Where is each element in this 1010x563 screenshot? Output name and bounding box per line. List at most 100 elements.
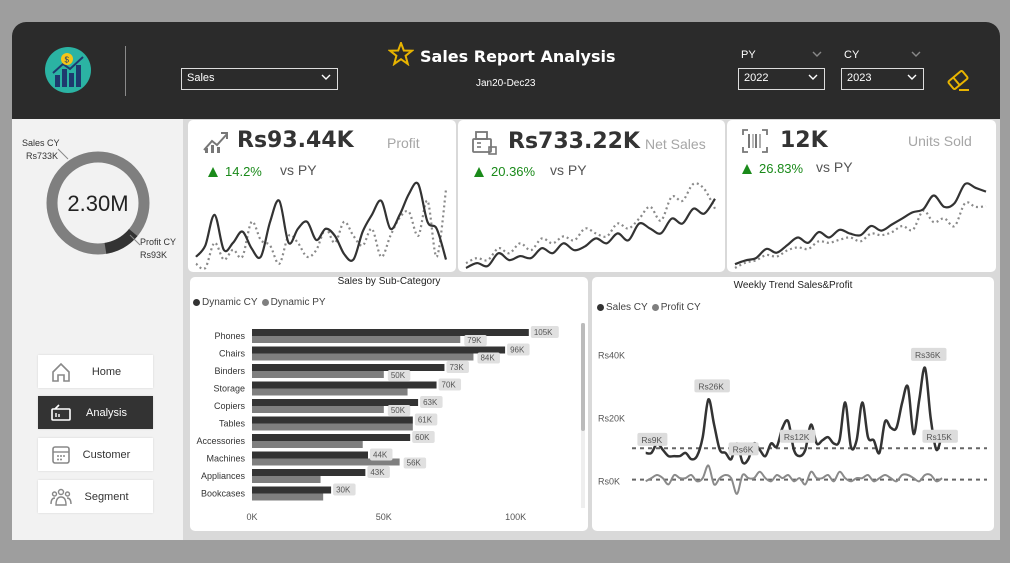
kpi-card-units-sold: 12K Units Sold 26.83% vs PY bbox=[727, 120, 996, 272]
bar-chart-scrollbar-thumb[interactable] bbox=[581, 323, 585, 431]
sales-growth-logo-icon: $ bbox=[45, 47, 91, 93]
kpi-profit-delta: 14.2% bbox=[208, 164, 262, 179]
py-label: PY bbox=[741, 49, 756, 61]
nav-analysis-button[interactable]: Analysis bbox=[38, 396, 153, 429]
line-annotation-label: Rs26K bbox=[698, 381, 724, 391]
sparkline-cy-series bbox=[195, 181, 448, 262]
bar-py bbox=[252, 371, 384, 378]
up-triangle-icon bbox=[208, 166, 218, 177]
units-sold-sparkline bbox=[734, 182, 987, 269]
kpi-units-delta: 26.83% bbox=[742, 161, 803, 176]
line-annotation-label: Rs15K bbox=[926, 432, 952, 442]
bar-data-label: 70K bbox=[442, 381, 457, 390]
kpi-netsales-delta-value: 20.36% bbox=[491, 164, 536, 179]
bar-category-label: Chairs bbox=[219, 349, 246, 359]
bar-category-label: Appliances bbox=[201, 471, 246, 481]
kpi-netsales-label: Net Sales bbox=[645, 136, 706, 152]
bar-py bbox=[252, 423, 413, 431]
donut-center-value: 2.30M bbox=[67, 191, 128, 216]
kpi-profit-value: Rs93.44K bbox=[237, 128, 354, 153]
line-annotation-label: Rs9K bbox=[641, 435, 662, 445]
bar-py bbox=[252, 406, 384, 413]
nav-customer-label: Customer bbox=[82, 448, 131, 461]
nav-home-button[interactable]: Home bbox=[38, 355, 153, 388]
nav-segment-button[interactable]: Segment bbox=[38, 480, 153, 513]
kpi-profit-delta-value: 14.2% bbox=[225, 164, 262, 179]
bar-chart-plot: Phones 105K 79K Chairs 96K 84K Binders 73K 50K St… bbox=[196, 326, 559, 522]
donut-profit-label: Profit CY bbox=[140, 237, 176, 247]
bar-py bbox=[252, 336, 461, 343]
weekly-trend-card: Weekly Trend Sales&Profit Sales CY Profi… bbox=[592, 277, 994, 531]
bar-cy bbox=[252, 364, 445, 371]
kpi-netsales-value: Rs733.22K bbox=[508, 129, 640, 154]
date-range: Jan20-Dec23 bbox=[476, 78, 536, 89]
page-title: Sales Report Analysis bbox=[420, 46, 616, 66]
bar-cy bbox=[252, 329, 529, 336]
bar-cy bbox=[252, 346, 506, 354]
bar-py-label: 79K bbox=[467, 336, 482, 345]
measure-selector[interactable]: Sales bbox=[181, 68, 338, 90]
bar-chart-title: Sales by Sub-Category bbox=[337, 277, 441, 287]
header-divider bbox=[125, 46, 126, 96]
bar-cy bbox=[252, 381, 437, 389]
donut-profit-value: Rs93K bbox=[140, 250, 167, 260]
profit-sparkline bbox=[195, 181, 448, 271]
chevron-down-icon bbox=[806, 70, 820, 87]
bar-data-label: 60K bbox=[415, 433, 430, 442]
bar-py bbox=[252, 353, 474, 361]
py-year-value: 2022 bbox=[744, 72, 769, 84]
line-y-tick-label: Rs20K bbox=[598, 413, 625, 423]
bar-data-label: 44K bbox=[373, 451, 388, 460]
kpi-profit-label: Profit bbox=[387, 135, 420, 151]
cy-year-select[interactable]: 2023 bbox=[841, 68, 924, 90]
svg-text:$: $ bbox=[65, 56, 70, 65]
header-bar: $ Sales Sales Report Analysis Jan20-Dec2… bbox=[12, 22, 1000, 119]
bar-data-label: 63K bbox=[423, 398, 438, 407]
bar-data-label: 105K bbox=[534, 328, 553, 337]
bar-data-label: 30K bbox=[336, 486, 351, 495]
sparkline-py-series bbox=[195, 189, 448, 271]
bar-category-label: Copiers bbox=[214, 401, 246, 411]
donut-sales-value: Rs733K bbox=[26, 151, 58, 161]
chevron-down-icon bbox=[905, 70, 919, 87]
sparkline-py-series bbox=[465, 182, 716, 265]
py-year-select[interactable]: 2022 bbox=[738, 68, 825, 90]
kpi-units-vs: vs PY bbox=[816, 159, 853, 175]
clear-filter-eraser-icon[interactable] bbox=[945, 67, 971, 97]
bar-data-label: 61K bbox=[418, 416, 433, 425]
kpi-profit-vs: vs PY bbox=[280, 162, 317, 178]
bar-py-label: 84K bbox=[480, 354, 495, 363]
line-annotation-label: Rs36K bbox=[915, 350, 941, 360]
nav-home-label: Home bbox=[91, 365, 122, 378]
bar-cy bbox=[252, 434, 411, 441]
line-y-tick-label: Rs0K bbox=[598, 476, 620, 486]
bar-py-label: 56K bbox=[407, 459, 422, 468]
line-y-tick-label: Rs40K bbox=[598, 350, 625, 360]
sales-by-subcategory-card: Sales by Sub-Category Dynamic CY Dynamic… bbox=[190, 277, 588, 531]
bar-py bbox=[252, 493, 324, 501]
bar-chart-scrollbar-track[interactable] bbox=[581, 323, 585, 508]
kpi-card-profit: Rs93.44K Profit 14.2% vs PY bbox=[188, 120, 456, 272]
chevron-down-icon bbox=[319, 70, 333, 87]
line-chart-plot: Rs0KRs20KRs40K0204060Rs9KRs26KRs6KRs12KR… bbox=[598, 347, 987, 495]
nav-segment-label: Segment bbox=[84, 490, 129, 503]
bar-py-label: 50K bbox=[391, 406, 406, 415]
cy-chevron-icon bbox=[909, 46, 923, 65]
up-triangle-icon bbox=[474, 166, 484, 177]
trend-up-icon bbox=[202, 128, 230, 158]
bar-category-label: Tables bbox=[219, 419, 246, 429]
bar-cy bbox=[252, 399, 419, 406]
nav-customer-button[interactable]: Customer bbox=[38, 438, 153, 471]
bar-category-label: Phones bbox=[214, 331, 245, 341]
cy-label: CY bbox=[844, 49, 860, 61]
sparkle-star-icon bbox=[387, 40, 415, 70]
sidebar: 2.30M Sales CY Rs733K Profit CY Rs93K Ho… bbox=[12, 119, 183, 540]
kpi-netsales-vs: vs PY bbox=[550, 162, 587, 178]
bar-x-tick-label: 50K bbox=[376, 512, 392, 522]
line-annotation-label: Rs6K bbox=[733, 444, 754, 454]
net-sales-sparkline bbox=[465, 182, 716, 270]
line-annotation-label: Rs12K bbox=[784, 432, 810, 442]
bar-x-tick-label: 100K bbox=[505, 512, 526, 522]
bar-category-label: Storage bbox=[213, 384, 245, 394]
sales-profit-donut: 2.30M Sales CY Rs733K Profit CY Rs93K bbox=[22, 138, 176, 260]
